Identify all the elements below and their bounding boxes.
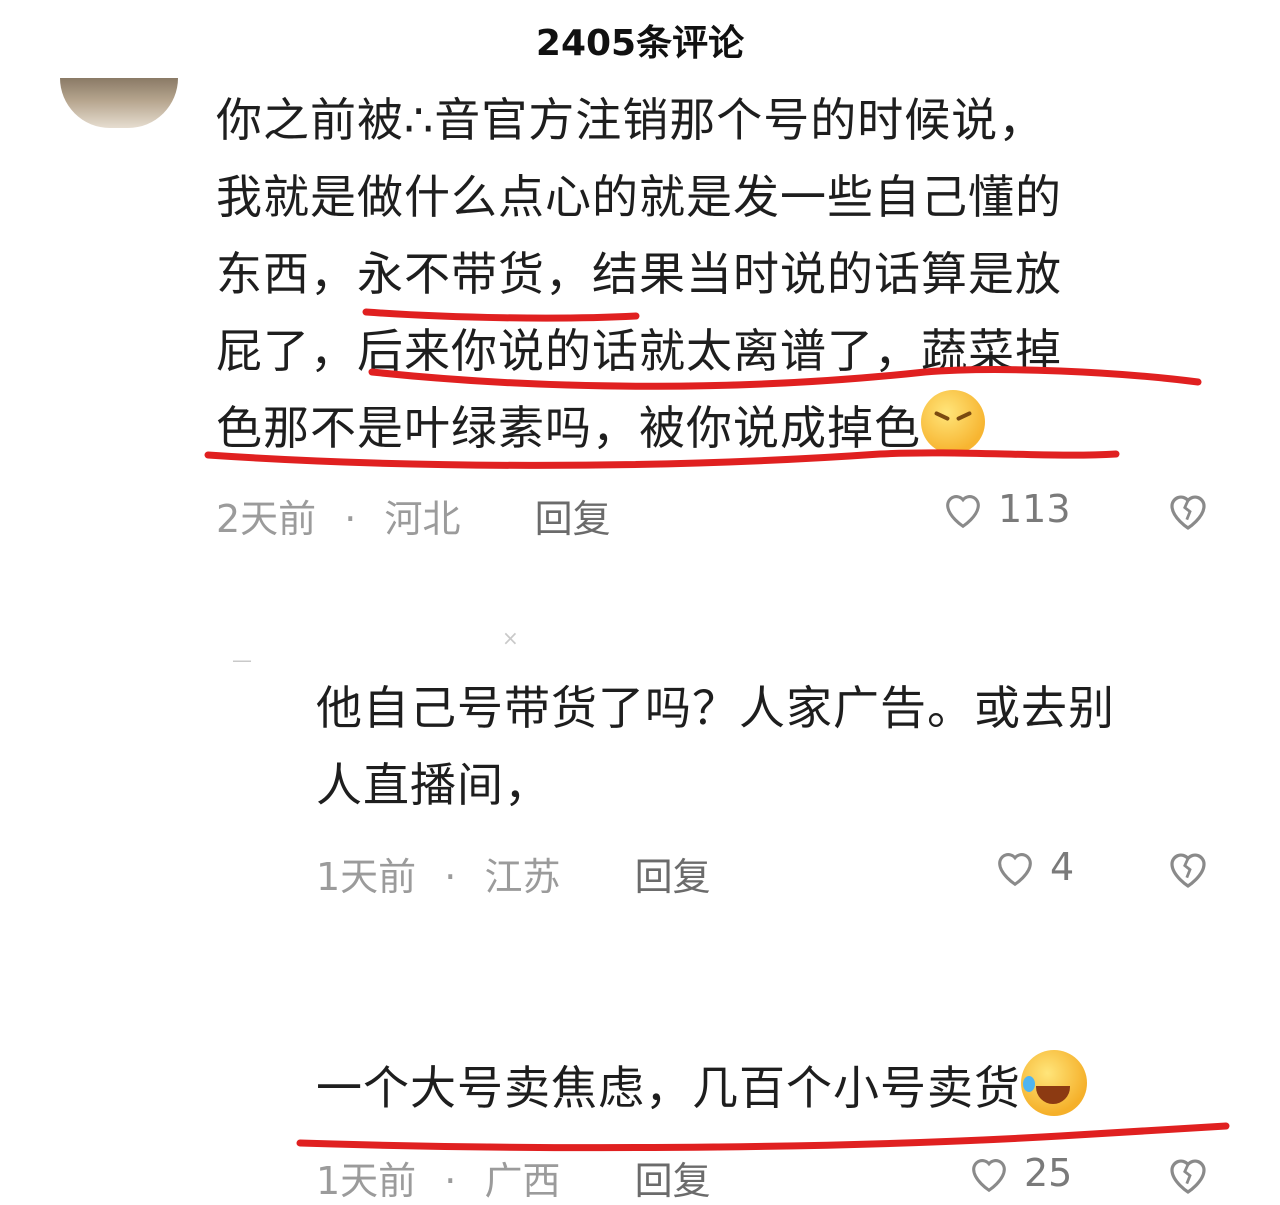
broken-heart-icon[interactable] [1164, 486, 1212, 534]
comment-line: 一个大号卖焦虑，几百个小号卖货 [316, 1061, 1021, 1115]
comment-meta: 2天前 · 河北 回复 [216, 488, 611, 543]
like-count: 25 [1024, 1151, 1073, 1195]
like-count: 4 [1050, 845, 1075, 889]
heart-icon [998, 853, 1032, 887]
comment-text: 他自己号带货了吗？人家广告。或去别 人直播间， [316, 670, 1246, 824]
reply-button[interactable]: 回复 [635, 1150, 711, 1205]
reply-button[interactable]: 回复 [535, 488, 611, 543]
avatar[interactable] [60, 78, 178, 128]
like-button[interactable]: 25 [966, 1150, 1072, 1196]
comment-line: 我就是做什么点心的就是发一些自己懂的 [216, 170, 1062, 224]
comment-line: 他自己号带货了吗？人家广告。或去别 [316, 681, 1115, 735]
comment-count-title: 2405条评论 [535, 23, 745, 64]
meta-separator-dot: · [344, 497, 357, 541]
comment-time: 1天前 [316, 855, 417, 899]
meta-separator-dot: · [444, 855, 457, 899]
comment-line: 你之前被∴音官方注销那个号的时候说， [216, 93, 1046, 147]
comment-time: 2天前 [216, 497, 317, 541]
faint-mark: × [502, 626, 519, 650]
comment-text: 你之前被∴音官方注销那个号的时候说， 我就是做什么点心的就是发一些自己懂的 东西… [216, 82, 1216, 467]
meta-separator-dot: · [444, 1159, 457, 1203]
comment-line-with-emoji: 色那不是叶绿素吗，被你说成掉色 [216, 390, 1216, 467]
faint-mark: — [232, 648, 252, 672]
comment-line: 人直播间， [316, 758, 551, 812]
comment-line: 东西，永不带货，结果当时说的话算是放 [216, 247, 1062, 301]
comment-line: 色那不是叶绿素吗，被你说成掉色 [216, 401, 921, 455]
underline-stroke [296, 1122, 1230, 1152]
like-button[interactable]: 4 [992, 844, 1074, 890]
broken-heart-icon[interactable] [1164, 844, 1212, 892]
comment-location: 河北 [384, 497, 461, 541]
reply-button[interactable]: 回复 [635, 846, 711, 901]
comment-location: 广西 [484, 1159, 561, 1203]
heart-icon [946, 495, 980, 529]
like-button[interactable]: 113 [940, 486, 1071, 532]
comment-line-with-emoji: 一个大号卖焦虑，几百个小号卖货 [316, 1050, 1246, 1127]
comment-time: 1天前 [316, 1159, 417, 1203]
laughing-crying-emoji [1021, 1050, 1087, 1116]
comment-line: 屁了，后来你说的话就太离谱了，蔬菜掉 [216, 324, 1062, 378]
comment-location: 江苏 [484, 855, 561, 899]
comment-meta: 1天前 · 江苏 回复 [316, 846, 711, 901]
broken-heart-icon[interactable] [1164, 1150, 1212, 1198]
like-count: 113 [998, 487, 1071, 531]
comment-text: 一个大号卖焦虑，几百个小号卖货 [316, 1050, 1246, 1127]
heart-icon [972, 1159, 1006, 1193]
comment-meta: 1天前 · 广西 回复 [316, 1150, 711, 1205]
grimace-emoji [921, 390, 985, 454]
